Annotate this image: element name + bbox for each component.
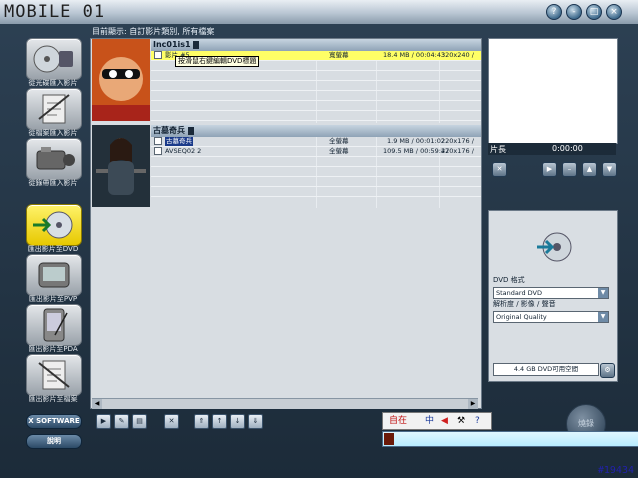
move-bottom-icon[interactable]: ⇓	[248, 414, 263, 429]
dvd-settings-panel: DVD 格式 Standard DVD ▼ 解析度 / 影像 / 聲音 Origi…	[488, 210, 618, 382]
close-button[interactable]: ×	[606, 4, 622, 20]
delete-icon[interactable]: ✕	[164, 414, 179, 429]
video-list-empty-area	[90, 208, 482, 409]
time-readout: 0:00:00	[552, 144, 583, 153]
row-checkbox[interactable]	[154, 51, 162, 59]
ime-tools-icon[interactable]: ⚒	[457, 414, 465, 428]
up-icon[interactable]: ▲	[582, 162, 597, 177]
preview-window	[488, 38, 618, 144]
play-preview-icon[interactable]: ▶	[542, 162, 557, 177]
properties-icon[interactable]: ▤	[132, 414, 147, 429]
quality-select[interactable]: Original Quality ▼	[493, 311, 609, 323]
thumbnail-incredibles[interactable]	[92, 39, 150, 121]
scroll-left-icon[interactable]: ◀	[92, 399, 102, 409]
group-title[interactable]: Inc01is1	[151, 39, 481, 51]
move-down-icon[interactable]: ↓	[230, 414, 245, 429]
horizontal-scrollbar[interactable]: ◀ ▶	[92, 398, 478, 409]
ime-toolbar: 自在 中 ◀ ⚒ ?	[382, 412, 492, 430]
ime-brand[interactable]: 自在	[389, 414, 407, 428]
ime-arrow-icon[interactable]: ◀	[441, 414, 448, 428]
disc-import-icon	[26, 38, 82, 80]
row-checkbox[interactable]	[154, 137, 162, 145]
dvd-space-indicator: 4.4 GB DVD可用空間	[493, 363, 599, 376]
progress-bar	[382, 431, 638, 447]
app-logo: MOBILE 01	[4, 2, 106, 22]
length-label: 片長	[490, 145, 506, 154]
chevron-down-icon[interactable]: ▼	[598, 288, 608, 298]
group-tomb-raider: 古墓奇兵 古墓奇兵 全螢幕 1.9 MB / 00:01:02 220x176 …	[91, 125, 481, 209]
video-list: Inc01is1 影片 #5 寬螢幕 18.4 MB / 00:04:43 32…	[90, 38, 482, 210]
group-rows: 古墓奇兵 全螢幕 1.9 MB / 00:01:02 220x176 / AVS…	[151, 137, 481, 197]
maximize-button[interactable]: □	[586, 4, 602, 20]
file-import-icon	[26, 88, 82, 130]
dvd-format-select[interactable]: Standard DVD ▼	[493, 287, 609, 299]
watermark: #19434	[597, 465, 634, 476]
file-export-icon	[26, 354, 82, 396]
play-icon[interactable]: ▶	[96, 414, 111, 429]
sidebar-item-export-pda[interactable]: 匯出影片至PDA	[26, 304, 82, 354]
settings-icon[interactable]: ⚙	[600, 363, 615, 378]
move-up-icon[interactable]: ↑	[212, 414, 227, 429]
camcorder-icon	[26, 138, 82, 180]
sidebar-item-export-file[interactable]: 匯出影片至檔案	[26, 354, 82, 404]
chevron-down-icon[interactable]: ▼	[598, 312, 608, 322]
x-software-button[interactable]: X SOFTWARE	[26, 414, 82, 429]
table-row[interactable]: AVSEQ02 2 全螢幕 109.5 MB / 00:59:47 220x17…	[151, 147, 481, 157]
sidebar-item-export-pvp[interactable]: 匯出影片至PVP	[26, 254, 82, 304]
quality-label: 解析度 / 影像 / 聲音	[493, 300, 556, 308]
down-icon[interactable]: ▼	[602, 162, 617, 177]
sidebar-item-import-file[interactable]: 從檔案匯入影片	[26, 88, 82, 138]
row-checkbox[interactable]	[154, 147, 162, 155]
dvd-disc-icon	[535, 229, 575, 268]
scroll-right-icon[interactable]: ▶	[468, 399, 478, 409]
ime-help-icon[interactable]: ?	[475, 414, 480, 428]
tooltip: 按滑鼠右鍵編輯DVD標題	[175, 56, 260, 67]
sidebar-item-import-camcorder[interactable]: 從錄帶匯入影片	[26, 138, 82, 188]
sidebar-item-export-dvd[interactable]: 匯出影片至DVD	[26, 204, 82, 254]
dvd-format-label: DVD 格式	[493, 276, 525, 284]
app-window: MOBILE 01 ? - □ × 從光碟匯入影片 從檔案匯入影片 從錄帶匯入影…	[0, 0, 638, 478]
dvd-export-icon	[26, 204, 82, 246]
title-bar: MOBILE 01 ? - □ ×	[0, 0, 638, 24]
sidebar-item-import-disc[interactable]: 從光碟匯入影片	[26, 38, 82, 88]
group-incredibles: Inc01is1 影片 #5 寬螢幕 18.4 MB / 00:04:43 32…	[91, 39, 481, 123]
pda-export-icon	[26, 304, 82, 346]
minimize-button[interactable]: -	[566, 4, 582, 20]
preview-position: 片長 0:00:00	[488, 143, 616, 155]
pvp-export-icon	[26, 254, 82, 296]
move-top-icon[interactable]: ⇑	[194, 414, 209, 429]
help-window-button[interactable]: ?	[546, 4, 562, 20]
sidebar: 從光碟匯入影片 從檔案匯入影片 從錄帶匯入影片 匯出影片至DVD 匯出影片至PV…	[22, 30, 88, 408]
help-button[interactable]: 說明	[26, 434, 82, 449]
group-title[interactable]: 古墓奇兵	[151, 125, 481, 137]
ime-mode-toggle[interactable]: 中	[425, 414, 434, 428]
info-text: 目前顯示: 自訂影片類別, 所有檔案	[92, 27, 215, 36]
stop-icon[interactable]: ✕	[492, 162, 507, 177]
thumbnail-tomb-raider[interactable]	[92, 125, 150, 207]
minus-icon[interactable]: –	[562, 162, 577, 177]
edit-icon[interactable]: ✎	[114, 414, 129, 429]
table-row[interactable]: 古墓奇兵 全螢幕 1.9 MB / 00:01:02 220x176 /	[151, 137, 481, 147]
